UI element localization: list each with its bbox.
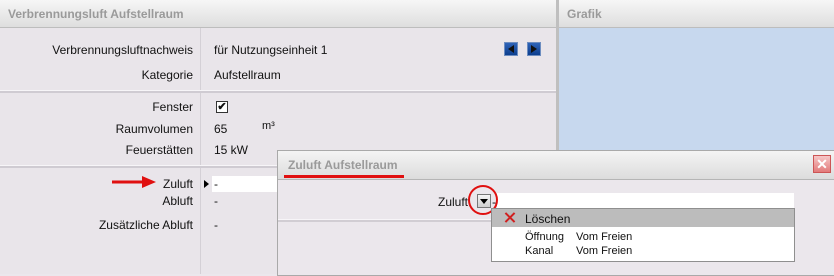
- fenster-checkbox[interactable]: ✔: [216, 101, 228, 113]
- value-verbrennungsluftnachweis[interactable]: für Nutzungseinheit 1: [214, 43, 327, 57]
- label-zusaetzliche-abluft: Zusätzliche Abluft: [98, 218, 193, 232]
- dropdown-item-oeffnung[interactable]: Öffnung Vom Freien: [492, 230, 794, 244]
- value-feuerstaetten[interactable]: 15 kW: [214, 143, 248, 157]
- row-marker-icon: [204, 180, 209, 188]
- section-divider: [0, 90, 556, 93]
- close-button[interactable]: ✕: [813, 155, 831, 173]
- grafik-title: Grafik: [559, 0, 834, 28]
- next-unit-button[interactable]: [527, 42, 541, 56]
- panel-title: Verbrennungsluft Aufstellraum: [0, 0, 556, 28]
- title-underline: [284, 175, 404, 178]
- dropdown-item-loeschen[interactable]: Löschen: [492, 209, 794, 227]
- dropdown-item-label: Öffnung: [525, 231, 564, 243]
- dialog-zuluft-label: Zuluft: [438, 195, 469, 209]
- dialog-titlebar[interactable]: Zuluft Aufstellraum ✕: [278, 151, 834, 180]
- delete-icon: [504, 212, 515, 223]
- dropdown-item-kanal[interactable]: Kanal Vom Freien: [492, 244, 794, 258]
- dialog-divider: [278, 219, 494, 222]
- column-divider: [200, 28, 201, 274]
- label-feuerstaetten: Feuerstätten: [125, 143, 193, 157]
- dropdown-item-detail: Vom Freien: [576, 245, 633, 257]
- dropdown-item-label: Kanal: [525, 245, 554, 257]
- zuluft-field[interactable]: [212, 176, 282, 192]
- arrow-right-icon: [531, 45, 537, 53]
- label-fenster: Fenster: [152, 100, 193, 114]
- zuluft-dropdown-list: Löschen Öffnung Vom Freien Kanal Vom Fre…: [491, 208, 795, 262]
- dropdown-item-detail: Vom Freien: [576, 231, 633, 243]
- value-kategorie[interactable]: Aufstellraum: [214, 68, 281, 82]
- label-verbrennungsluftnachweis: Verbrennungsluftnachweis: [52, 43, 193, 57]
- arrow-left-icon: [508, 45, 514, 53]
- value-zusaetzliche-abluft[interactable]: -: [214, 218, 218, 232]
- label-abluft: Abluft: [162, 194, 193, 208]
- label-raumvolumen: Raumvolumen: [115, 122, 193, 136]
- dialog-zuluft-field[interactable]: [497, 193, 794, 209]
- value-raumvolumen[interactable]: 65: [214, 122, 227, 136]
- previous-unit-button[interactable]: [504, 42, 518, 56]
- unit-raumvolumen: m³: [262, 120, 275, 132]
- value-abluft[interactable]: -: [214, 194, 218, 208]
- dropdown-item-label: Löschen: [525, 212, 571, 226]
- label-kategorie: Kategorie: [141, 68, 193, 82]
- value-zuluft: -: [214, 177, 218, 191]
- label-zuluft: Zuluft: [162, 177, 193, 191]
- dialog-title: Zuluft Aufstellraum: [288, 158, 398, 172]
- dialog-zuluft-value: -: [492, 195, 496, 209]
